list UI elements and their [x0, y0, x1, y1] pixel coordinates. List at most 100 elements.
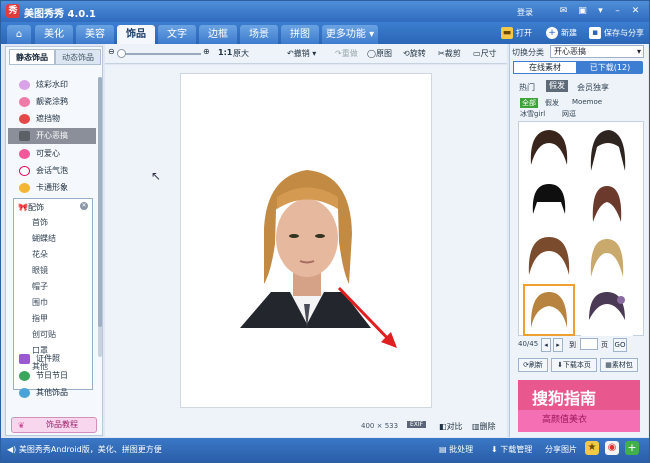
tab-static-decor[interactable]: 静态饰品	[9, 49, 55, 65]
wig-thumb-4[interactable]	[581, 178, 633, 230]
original-button[interactable]: ◯原图	[367, 48, 392, 59]
wig-thumb-2[interactable]	[581, 125, 633, 177]
filter-moemoe[interactable]: Moemoe	[572, 98, 602, 106]
photo-canvas[interactable]	[180, 73, 432, 408]
filter-all[interactable]: 全部	[520, 98, 538, 108]
filter-fun[interactable]: 网逗	[562, 109, 576, 119]
material-pack-button[interactable]: ▦素材包	[600, 358, 638, 372]
sub-item-bandaid[interactable]: 创可贴	[32, 329, 56, 340]
batch-button[interactable]: ▤ 批处理	[439, 444, 473, 455]
tab-frame[interactable]: 边框	[199, 25, 237, 44]
zoom-in-icon[interactable]: ⊕	[203, 47, 210, 56]
category-select[interactable]: 开心恶搞 ▾	[550, 45, 644, 58]
go-button[interactable]: GO	[613, 338, 627, 352]
tab-decoration[interactable]: 饰品	[117, 25, 155, 44]
left-item-funny[interactable]: 开心恶搞	[8, 128, 96, 144]
skin-icon[interactable]: ▣	[576, 5, 589, 17]
zoom-slider-handle[interactable]	[117, 49, 126, 58]
weibo-icon[interactable]: ◉	[605, 441, 619, 455]
status-bar: ◀) 美图秀秀Android版，美化、拼图更方便 ▤ 批处理 ⬇ 下载管理 分享…	[1, 438, 649, 462]
left-item-cartoon[interactable]: 卡通形象	[8, 180, 96, 196]
login-link[interactable]: 登录	[517, 7, 533, 18]
tutorial-icon: ❦	[18, 421, 25, 430]
resize-icon: ▭	[473, 49, 481, 58]
sub-item-nail[interactable]: 指甲	[32, 313, 48, 324]
sub-item-flower[interactable]: 花朵	[32, 249, 48, 260]
wig-thumb-1[interactable]	[523, 125, 575, 177]
subtab-hot[interactable]: 热门	[519, 82, 535, 93]
tutorial-button[interactable]: ❦ 饰品教程	[11, 417, 97, 433]
filter-ice-girl[interactable]: 冰雪girl	[520, 109, 545, 119]
android-promo-link[interactable]: ◀) 美图秀秀Android版，美化、拼图更方便	[7, 444, 162, 455]
tab-animated-decor[interactable]: 动态饰品	[55, 49, 101, 65]
sub-item-bowtie[interactable]: 蝴蝶结	[32, 233, 56, 244]
delete-button[interactable]: ▥删除	[472, 421, 496, 432]
feedback-icon[interactable]: ✉	[557, 5, 570, 17]
left-item-other-decor[interactable]: 其他饰品	[8, 385, 96, 401]
accessory-header[interactable]: 🎀配饰	[18, 202, 44, 213]
zoom-slider[interactable]	[117, 49, 201, 58]
left-item-graffiti[interactable]: 靓瓷涂鸦	[8, 94, 96, 110]
crop-button[interactable]: ✂裁剪	[438, 48, 461, 59]
left-item-bubble[interactable]: 会话气泡	[8, 163, 96, 179]
save-share-button[interactable]: ▪ 保存与分享	[589, 27, 644, 40]
star-icon[interactable]: ★	[585, 441, 599, 455]
wig-thumb-3[interactable]	[523, 178, 575, 230]
tab-online-material[interactable]: 在线素材	[513, 61, 577, 74]
new-button[interactable]: + 新建	[546, 27, 577, 40]
page-input[interactable]	[580, 338, 598, 350]
refresh-button[interactable]: ⟳刷新	[518, 358, 548, 372]
sub-item-hat[interactable]: 帽子	[32, 281, 48, 292]
wig-thumb-5[interactable]	[523, 231, 575, 283]
close-button[interactable]: ✕	[629, 5, 642, 17]
subtab-vip[interactable]: 会员独享	[577, 82, 609, 93]
filter-wig[interactable]: 假发	[545, 98, 559, 108]
wig-thumb-8[interactable]	[581, 284, 633, 336]
sub-item-jewelry[interactable]: 首饰	[32, 217, 48, 228]
add-icon[interactable]: +	[625, 441, 639, 455]
rotate-button[interactable]: ⟲旋转	[403, 48, 426, 59]
tab-text[interactable]: 文字	[158, 25, 196, 44]
open-button[interactable]: ▬ 打开	[501, 27, 532, 40]
menu-icon[interactable]: ▾	[594, 5, 607, 17]
left-scrollbar-thumb[interactable]	[98, 77, 102, 327]
left-item-id-photo[interactable]: 证件照	[8, 351, 96, 367]
redo-button[interactable]: ↷重做	[335, 48, 358, 59]
resize-button[interactable]: ▭尺寸	[473, 48, 497, 59]
sub-item-glasses[interactable]: 眼镜	[32, 265, 48, 276]
wig-thumb-6[interactable]	[581, 231, 633, 283]
share-image-button[interactable]: 分享图片	[545, 444, 577, 455]
save-icon: ▪	[589, 27, 601, 39]
tab-scene[interactable]: 场景	[240, 25, 278, 44]
download-page-button[interactable]: ⬇下载本页	[551, 358, 597, 372]
download-manager-button[interactable]: ⬇ 下载管理	[491, 444, 532, 455]
collapse-icon[interactable]: ✕	[80, 202, 88, 210]
tab-beauty[interactable]: 美容	[76, 25, 114, 44]
minimize-button[interactable]: –	[611, 5, 624, 17]
tab-downloaded[interactable]: 已下载(12)	[577, 61, 643, 74]
zoom-ratio[interactable]: 1:1	[218, 48, 232, 57]
left-item-mask[interactable]: 遮挡物	[8, 111, 96, 127]
left-item-heart[interactable]: 可爱心	[8, 146, 96, 162]
original-size-button[interactable]: 原大	[233, 48, 249, 59]
exif-button[interactable]: EXIF	[407, 421, 427, 428]
tab-collage[interactable]: 拼图	[281, 25, 319, 44]
right-tabs: 在线素材 已下载(12)	[513, 61, 643, 74]
tab-more[interactable]: 更多功能 ▾	[322, 25, 378, 44]
undo-button[interactable]: ↶撤销 ▾	[287, 48, 316, 59]
sub-item-scarf[interactable]: 围巾	[32, 297, 48, 308]
zoom-out-icon[interactable]: ⊖	[108, 47, 115, 56]
wig-thumb-7-selected[interactable]	[523, 284, 575, 336]
tab-beautify[interactable]: 美化	[35, 25, 73, 44]
undo-icon: ↶	[287, 49, 294, 58]
compare-button[interactable]: ◧对比	[439, 421, 463, 432]
ad-banner[interactable]: 搜狗指南 高颜值美衣	[518, 380, 640, 432]
left-item-watermark[interactable]: 炫彩水印	[8, 77, 96, 93]
home-tab[interactable]: ⌂	[7, 25, 31, 44]
left-scrollbar[interactable]	[98, 77, 102, 357]
right-panel: 切换分类 开心恶搞 ▾ 在线素材 已下载(12) 热门 假发 会员独享 全部 假发…	[509, 44, 648, 437]
prev-page-button[interactable]: ◂	[541, 338, 551, 352]
next-page-button[interactable]: ▸	[553, 338, 563, 352]
subtab-wig[interactable]: 假发	[546, 80, 568, 92]
left-item-festival[interactable]: 节日节日	[8, 368, 96, 384]
